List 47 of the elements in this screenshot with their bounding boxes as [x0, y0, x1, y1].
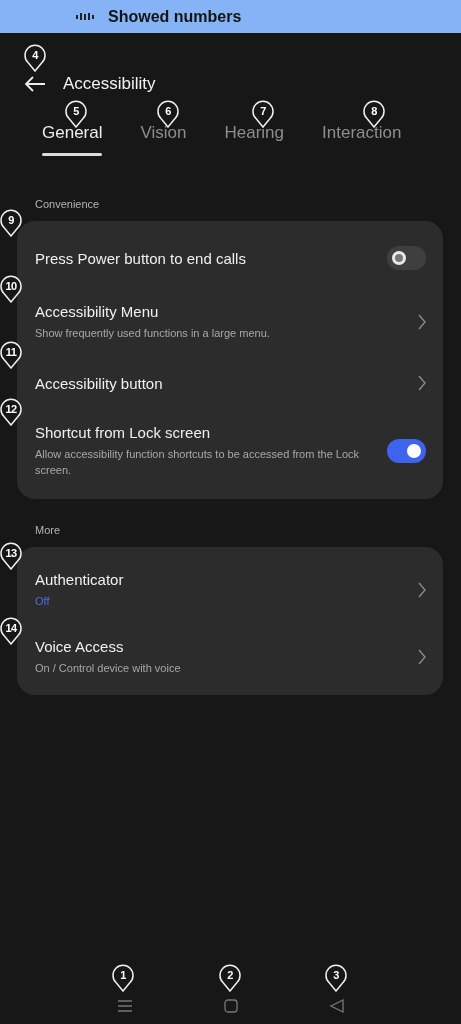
number-marker: 13 [0, 542, 22, 570]
chevron-icon [418, 375, 426, 391]
number-marker: 5 [65, 100, 87, 128]
toggle-switch[interactable] [387, 439, 426, 463]
home-button[interactable] [222, 998, 239, 1014]
number-marker: 10 [0, 275, 22, 303]
back-arrow-icon[interactable] [24, 76, 46, 92]
number-marker: 4 [24, 44, 46, 72]
recents-icon [116, 998, 133, 1014]
setting-description: Allow accessibility function shortcuts to be accessed from the Lock screen. [35, 447, 361, 478]
back-button[interactable] [328, 998, 345, 1014]
setting-description: On / Control device with voice [35, 661, 182, 676]
toggle-switch[interactable] [387, 246, 426, 270]
settings-row[interactable]: Accessibility Menu Show frequently used functions in a large menu. [23, 289, 443, 355]
recents-button[interactable] [116, 998, 133, 1014]
chevron-icon [418, 649, 426, 665]
home-icon [222, 998, 239, 1014]
number-marker: 3 [325, 964, 347, 992]
setting-title: Accessibility button [35, 374, 163, 392]
section-heading: Convenience [34, 198, 100, 212]
setting-title: Authenticator [35, 571, 124, 588]
setting-title: Voice Access [35, 638, 124, 655]
setting-title: Press Power button to end calls [35, 249, 246, 267]
page-title: Accessibility [63, 74, 156, 94]
number-marker: 6 [157, 100, 179, 128]
settings-row[interactable]: Shortcut from Lock screen Allow accessibility function shortcuts to be accessed from the Lock screen. [23, 411, 443, 491]
back-icon [328, 998, 345, 1014]
chevron-icon [418, 582, 426, 598]
number-marker: 12 [0, 398, 22, 426]
settings-row[interactable]: Voice Access On / Control device with voice [23, 627, 443, 687]
chevron-icon [418, 314, 426, 330]
setting-description: Show frequently used functions in a large menu. [35, 326, 271, 341]
settings-row[interactable]: Authenticator Off [23, 553, 443, 627]
number-marker: 9 [0, 209, 22, 237]
number-marker: 7 [252, 100, 274, 128]
section-heading: More [34, 524, 61, 538]
signal-icon [76, 12, 96, 21]
number-marker: 14 [0, 617, 22, 645]
settings-row[interactable]: Accessibility button [23, 355, 443, 411]
number-marker: 2 [219, 964, 241, 992]
number-marker: 1 [112, 964, 134, 992]
setting-title: Shortcut from Lock screen [35, 424, 211, 441]
banner-text: Showed numbers [108, 7, 242, 26]
settings-row[interactable]: Press Power button to end calls [23, 227, 443, 289]
setting-title: Accessibility Menu [35, 303, 159, 320]
setting-description: Off [35, 594, 51, 609]
number-marker: 11 [0, 341, 22, 369]
